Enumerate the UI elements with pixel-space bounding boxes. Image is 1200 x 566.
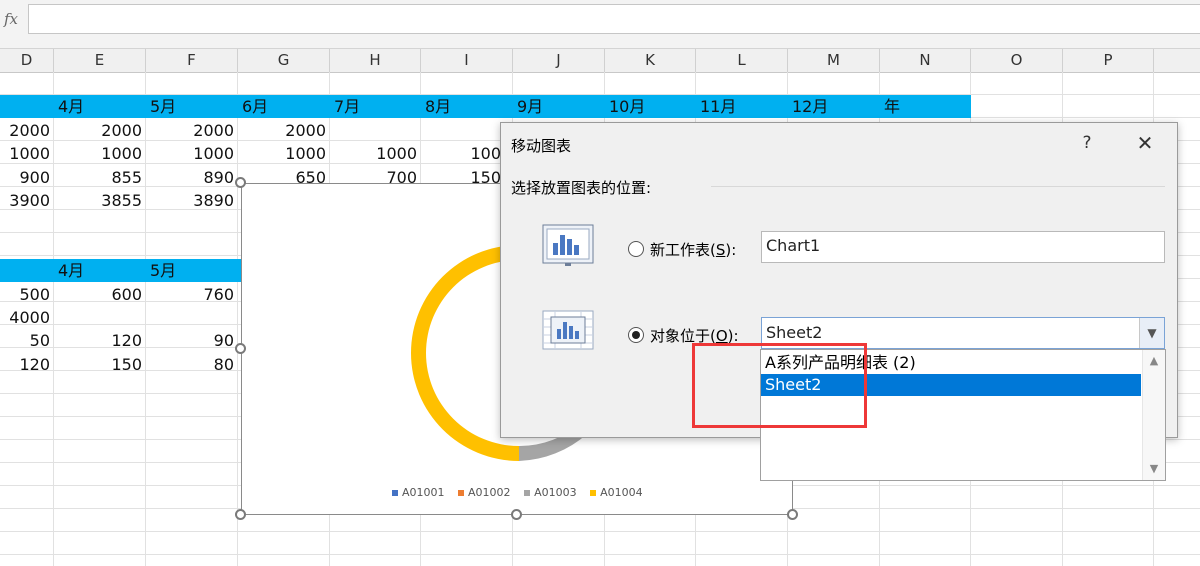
table-cell[interactable]: 100 bbox=[421, 142, 501, 165]
header-cell[interactable]: 年 bbox=[880, 95, 971, 118]
embedded-chart-icon bbox=[542, 310, 594, 350]
legend-swatch bbox=[392, 490, 398, 496]
legend-item: A01004 bbox=[590, 486, 643, 499]
legend-item: A01003 bbox=[524, 486, 577, 499]
formula-input[interactable] bbox=[28, 4, 1200, 34]
table-cell[interactable]: 1000 bbox=[238, 142, 326, 165]
legend-swatch bbox=[524, 490, 531, 496]
table-cell[interactable]: 3855 bbox=[54, 189, 142, 212]
column-header-O[interactable]: O bbox=[971, 49, 1063, 72]
legend-item: A01002 bbox=[458, 486, 511, 499]
divider bbox=[711, 186, 1165, 187]
table-cell[interactable]: 1000 bbox=[0, 142, 50, 165]
table-cell[interactable]: 2000 bbox=[146, 119, 234, 142]
radio-new-sheet-label[interactable]: 新工作表(S): bbox=[650, 239, 736, 260]
resize-handle[interactable] bbox=[235, 177, 246, 188]
column-header-P[interactable]: P bbox=[1063, 49, 1154, 72]
column-header-L[interactable]: L bbox=[696, 49, 788, 72]
header-cell[interactable]: 9月 bbox=[513, 95, 605, 118]
close-icon[interactable]: ✕ bbox=[1133, 131, 1157, 155]
column-header-D[interactable]: D bbox=[0, 49, 54, 72]
question-icon[interactable]: ? bbox=[1075, 131, 1099, 155]
table-cell[interactable]: 120 bbox=[54, 329, 142, 352]
table-cell[interactable]: 150 bbox=[54, 353, 142, 376]
legend-item: A01001 bbox=[392, 486, 445, 499]
header-cell[interactable]: 10月 bbox=[605, 95, 696, 118]
table-cell[interactable]: 900 bbox=[0, 166, 50, 189]
column-header-E[interactable]: E bbox=[54, 49, 146, 72]
dialog-prompt: 选择放置图表的位置: bbox=[511, 179, 652, 197]
table-cell[interactable]: 500 bbox=[0, 283, 50, 306]
column-header-N[interactable]: N bbox=[880, 49, 971, 72]
column-header-K[interactable]: K bbox=[605, 49, 696, 72]
table-cell[interactable]: 2000 bbox=[0, 119, 50, 142]
fx-icon[interactable]: fx bbox=[0, 6, 22, 32]
select-value: Sheet2 bbox=[766, 323, 823, 342]
header-cell[interactable]: 5月 bbox=[146, 259, 238, 282]
header-cell[interactable]: 8月 bbox=[421, 95, 513, 118]
resize-handle[interactable] bbox=[235, 343, 246, 354]
table-cell[interactable]: 1000 bbox=[146, 142, 234, 165]
resize-handle[interactable] bbox=[235, 509, 246, 520]
resize-handle[interactable] bbox=[787, 509, 798, 520]
legend-swatch bbox=[590, 490, 597, 496]
header-cell[interactable]: 7月 bbox=[330, 95, 421, 118]
table-cell[interactable]: 90 bbox=[146, 329, 234, 352]
table-cell[interactable]: 600 bbox=[54, 283, 142, 306]
header-cell[interactable]: 6月 bbox=[238, 95, 330, 118]
table-cell[interactable]: 3890 bbox=[146, 189, 234, 212]
chart-legend: A01001 A01002 A01003 A01004 bbox=[392, 486, 653, 499]
radio-object-in[interactable] bbox=[628, 327, 644, 343]
table-cell[interactable]: 855 bbox=[54, 166, 142, 189]
table-cell[interactable]: 50 bbox=[0, 329, 50, 352]
table-cell[interactable]: 120 bbox=[0, 353, 50, 376]
table-cell[interactable]: 890 bbox=[146, 166, 234, 189]
legend-swatch bbox=[458, 490, 465, 496]
scroll-down-icon[interactable]: ▼ bbox=[1143, 460, 1165, 478]
column-header-H[interactable]: H bbox=[330, 49, 421, 72]
table-cell[interactable]: 80 bbox=[146, 353, 234, 376]
column-header-row: D E F G H I J K L M N O P bbox=[0, 49, 1200, 73]
scroll-up-icon[interactable]: ▲ bbox=[1143, 352, 1165, 370]
column-header-G[interactable]: G bbox=[238, 49, 330, 72]
table-cell[interactable]: 4000 bbox=[0, 306, 50, 329]
header-cell[interactable]: 4月 bbox=[54, 95, 146, 118]
new-sheet-name-input[interactable]: Chart1 bbox=[761, 231, 1165, 263]
column-header-I[interactable]: I bbox=[421, 49, 513, 72]
column-header-M[interactable]: M bbox=[788, 49, 880, 72]
chevron-down-icon[interactable]: ▼ bbox=[1139, 318, 1164, 348]
radio-new-sheet[interactable] bbox=[628, 241, 644, 257]
header-cell[interactable]: 4月 bbox=[54, 259, 146, 282]
table-cell[interactable]: 1000 bbox=[330, 142, 417, 165]
dialog-title: 移动图表 bbox=[511, 137, 572, 155]
table-cell[interactable]: 760 bbox=[146, 283, 234, 306]
highlight-annotation bbox=[692, 343, 867, 428]
column-header-J[interactable]: J bbox=[513, 49, 605, 72]
header-cell[interactable]: 11月 bbox=[696, 95, 788, 118]
table-cell[interactable]: 2000 bbox=[238, 119, 326, 142]
column-header-F[interactable]: F bbox=[146, 49, 238, 72]
header-cell[interactable]: 5月 bbox=[146, 95, 238, 118]
formula-bar: fx bbox=[0, 0, 1200, 49]
column-header-Q[interactable] bbox=[1154, 49, 1200, 72]
scrollbar[interactable]: ▲ ▼ bbox=[1142, 350, 1165, 480]
table-cell[interactable]: 2000 bbox=[54, 119, 142, 142]
new-sheet-chart-icon bbox=[542, 224, 594, 266]
table-cell[interactable]: 3900 bbox=[0, 189, 50, 212]
header-cell[interactable]: 12月 bbox=[788, 95, 880, 118]
table-cell[interactable]: 1000 bbox=[54, 142, 142, 165]
resize-handle[interactable] bbox=[511, 509, 522, 520]
